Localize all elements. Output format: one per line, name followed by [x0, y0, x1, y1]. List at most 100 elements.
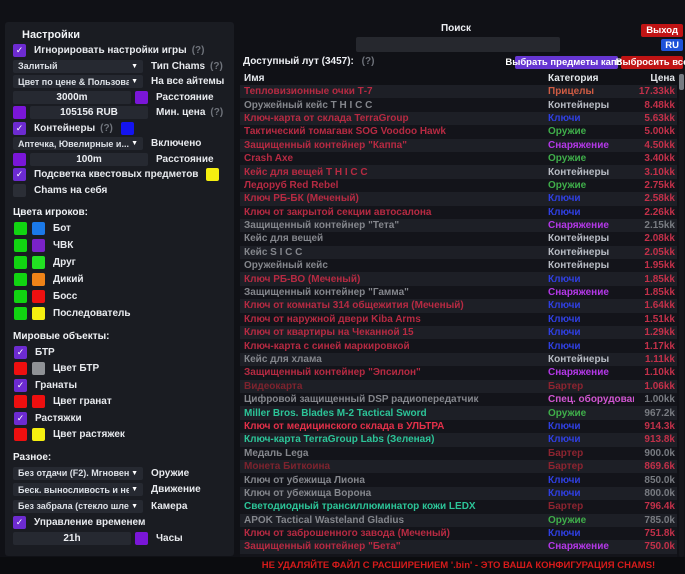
table-row[interactable]: Защищенный контейнер "Бета" Снаряжение 7…	[240, 540, 677, 553]
item-price: 2.26kk	[634, 207, 677, 218]
distance2-input[interactable]: 100m	[30, 153, 148, 166]
dropdown[interactable]: Без отдачи (F2). Мгновенное п ▼	[13, 467, 143, 480]
table-row[interactable]: Ключ от квартиры на Чеканной 15 Ключи 1.…	[240, 326, 677, 339]
exit-button[interactable]: Выход	[641, 24, 683, 37]
color-swatch[interactable]	[32, 362, 45, 375]
medcase-filter-dropdown[interactable]: Аптечка, Ювелирные и... ▼	[13, 137, 143, 150]
column-header-price[interactable]: Цена	[634, 73, 677, 84]
table-row[interactable]: Ключ от медицинского склада в УЛЬТРА Клю…	[240, 420, 677, 433]
color-swatch[interactable]	[14, 273, 27, 286]
select-kappa-items-button[interactable]: Выбрать предметы каппа	[515, 56, 618, 69]
checkbox[interactable]: ✓	[14, 346, 27, 359]
table-row[interactable]: Ключ от заброшенного завода (Меченый) Кл…	[240, 527, 677, 540]
quest-highlight-checkbox[interactable]: ✓	[13, 168, 26, 181]
min-price-color-swatch[interactable]	[13, 106, 26, 119]
dropdown[interactable]: Без забрала (стекло шлема) ▼	[13, 500, 143, 513]
table-row[interactable]: Кейс S I C C Контейнеры 2.05kk	[240, 246, 677, 259]
color-swatch[interactable]	[14, 222, 27, 235]
color-swatch[interactable]	[14, 239, 27, 252]
search-input[interactable]	[356, 37, 560, 52]
table-row[interactable]: Защищенный контейнер "Гамма" Снаряжение …	[240, 286, 677, 299]
drop-all-button[interactable]: Выбросить все	[621, 56, 683, 69]
table-row[interactable]: Защищенный контейнер "Эпсилон" Снаряжени…	[240, 366, 677, 379]
table-row[interactable]: Ключ от наружной двери Kiba Arms Ключи 1…	[240, 313, 677, 326]
color-swatch[interactable]	[14, 362, 27, 375]
chevron-down-icon: ▼	[131, 470, 138, 477]
containers-checkbox[interactable]: ✓	[13, 122, 26, 135]
color-swatch[interactable]	[32, 256, 45, 269]
config-warning-text: НЕ УДАЛЯЙТЕ ФАЙЛ С РАСШИРЕНИЕМ '.bin' - …	[240, 560, 677, 571]
table-row[interactable]: Ключ от убежища Ворона Ключи 800.0k	[240, 487, 677, 500]
table-row[interactable]: Видеокарта Бартер 1.06kk	[240, 380, 677, 393]
color-swatch[interactable]	[14, 428, 27, 441]
table-row[interactable]: Ключ от убежища Лиона Ключи 850.0k	[240, 473, 677, 486]
color-mode-dropdown[interactable]: Цвет по цене & Пользователь ▼	[13, 75, 143, 88]
chams-self-checkbox[interactable]	[13, 184, 26, 197]
distance-color-swatch[interactable]	[135, 91, 148, 104]
item-price: 1.11kk	[634, 354, 677, 365]
color-swatch[interactable]	[32, 428, 45, 441]
hours-input[interactable]: 21h	[13, 532, 131, 545]
table-row[interactable]: Оружейный кейс Т Н I С С Контейнеры 8.48…	[240, 98, 677, 111]
table-row[interactable]: Кейс для вещей Т Н I С С Контейнеры 3.10…	[240, 165, 677, 178]
ignore-game-settings-checkbox[interactable]: ✓	[13, 44, 26, 57]
chams-type-dropdown[interactable]: Залитый ▼	[13, 60, 143, 73]
item-price: 1.00kk	[634, 394, 677, 405]
table-row[interactable]: Оружейный кейс Контейнеры 1.95kk	[240, 259, 677, 272]
table-row[interactable]: Тактический томагавк SOG Voodoo Hawk Ору…	[240, 125, 677, 138]
item-name: Цифровой защищенный DSP радиопередатчик	[240, 394, 548, 405]
column-header-name[interactable]: Имя	[240, 73, 548, 84]
table-row[interactable]: Ключ-карта с синей маркировкой Ключи 1.1…	[240, 339, 677, 352]
hours-color-swatch[interactable]	[135, 532, 148, 545]
table-row[interactable]: APOK Tactical Wasteland Gladius Оружие 7…	[240, 514, 677, 527]
color-swatch[interactable]	[32, 307, 45, 320]
column-header-category[interactable]: Категория	[548, 73, 634, 84]
table-row[interactable]: Защищенный контейнер "Каппа" Снаряжение …	[240, 139, 677, 152]
color-swatch[interactable]	[14, 290, 27, 303]
table-row[interactable]: Crash Axe Оружие 3.40kk	[240, 152, 677, 165]
checkbox[interactable]: ✓	[14, 412, 27, 425]
table-row[interactable]: Монета Биткоина Бартер 869.6k	[240, 460, 677, 473]
dropdown-row: Без забрала (стекло шлема) ▼ Камера	[5, 498, 234, 515]
table-row[interactable]: Ледоруб Red Rebel Оружие 2.75kk	[240, 179, 677, 192]
table-row[interactable]: Ключ от закрытой секции автосалона Ключи…	[240, 206, 677, 219]
chevron-down-icon: ▼	[131, 503, 138, 510]
scrollbar-thumb[interactable]	[679, 74, 684, 90]
distance-input[interactable]: 3000m	[13, 91, 131, 104]
checkbox[interactable]: ✓	[14, 379, 27, 392]
checkbox-row: ✓ БТР	[5, 344, 234, 361]
table-row[interactable]: Ключ-карта от склада TerraGroup Ключи 5.…	[240, 112, 677, 125]
table-row[interactable]: Медаль Lega Бартер 900.0k	[240, 447, 677, 460]
table-row[interactable]: Ключ РБ-БК (Меченый) Ключи 2.58kk	[240, 192, 677, 205]
color-swatch[interactable]	[32, 290, 45, 303]
color-swatch[interactable]	[32, 239, 45, 252]
table-row[interactable]: Ключ РБ-ВО (Меченый) Ключи 1.85kk	[240, 272, 677, 285]
item-price: 1.85kk	[634, 287, 677, 298]
language-button[interactable]: RU	[661, 39, 683, 51]
chams-type-row: Залитый ▼ Тип Chams (?)	[5, 59, 234, 75]
table-row[interactable]: Кейс для хлама Контейнеры 1.11kk	[240, 353, 677, 366]
color-swatch[interactable]	[14, 256, 27, 269]
containers-color-swatch[interactable]	[121, 122, 134, 135]
quest-highlight-color-swatch[interactable]	[206, 168, 219, 181]
color-swatch[interactable]	[32, 273, 45, 286]
table-row[interactable]: Ключ от комнаты 314 общежития (Меченый) …	[240, 299, 677, 312]
distance2-label: Расстояние	[156, 154, 214, 165]
table-row[interactable]: Miller Bros. Blades M-2 Tactical Sword О…	[240, 406, 677, 419]
table-row[interactable]: Тепловизионные очки Т-7 Прицелы 17.33kk	[240, 85, 677, 98]
color-swatch[interactable]	[14, 395, 27, 408]
containers-label: Контейнеры	[34, 123, 95, 134]
min-price-input[interactable]: 105156 RUB	[30, 106, 148, 119]
distance2-color-swatch[interactable]	[13, 153, 26, 166]
color-swatch[interactable]	[32, 395, 45, 408]
time-control-checkbox[interactable]: ✓	[13, 516, 26, 529]
table-row[interactable]: Ключ-карта TerraGroup Labs (Зеленая) Клю…	[240, 433, 677, 446]
dropdown[interactable]: Беск. выносливость и нет уста ▼	[13, 483, 143, 496]
table-row[interactable]: Кейс для вещей Контейнеры 2.08kk	[240, 232, 677, 245]
color-swatch[interactable]	[14, 307, 27, 320]
table-row[interactable]: Защищенный контейнер "Тета" Снаряжение 2…	[240, 219, 677, 232]
table-row[interactable]: Цифровой защищенный DSP радиопередатчик …	[240, 393, 677, 406]
scrollbar-track[interactable]	[679, 72, 684, 557]
table-row[interactable]: Светодиодный трансиллюминатор кожи LEDX …	[240, 500, 677, 513]
color-swatch[interactable]	[32, 222, 45, 235]
